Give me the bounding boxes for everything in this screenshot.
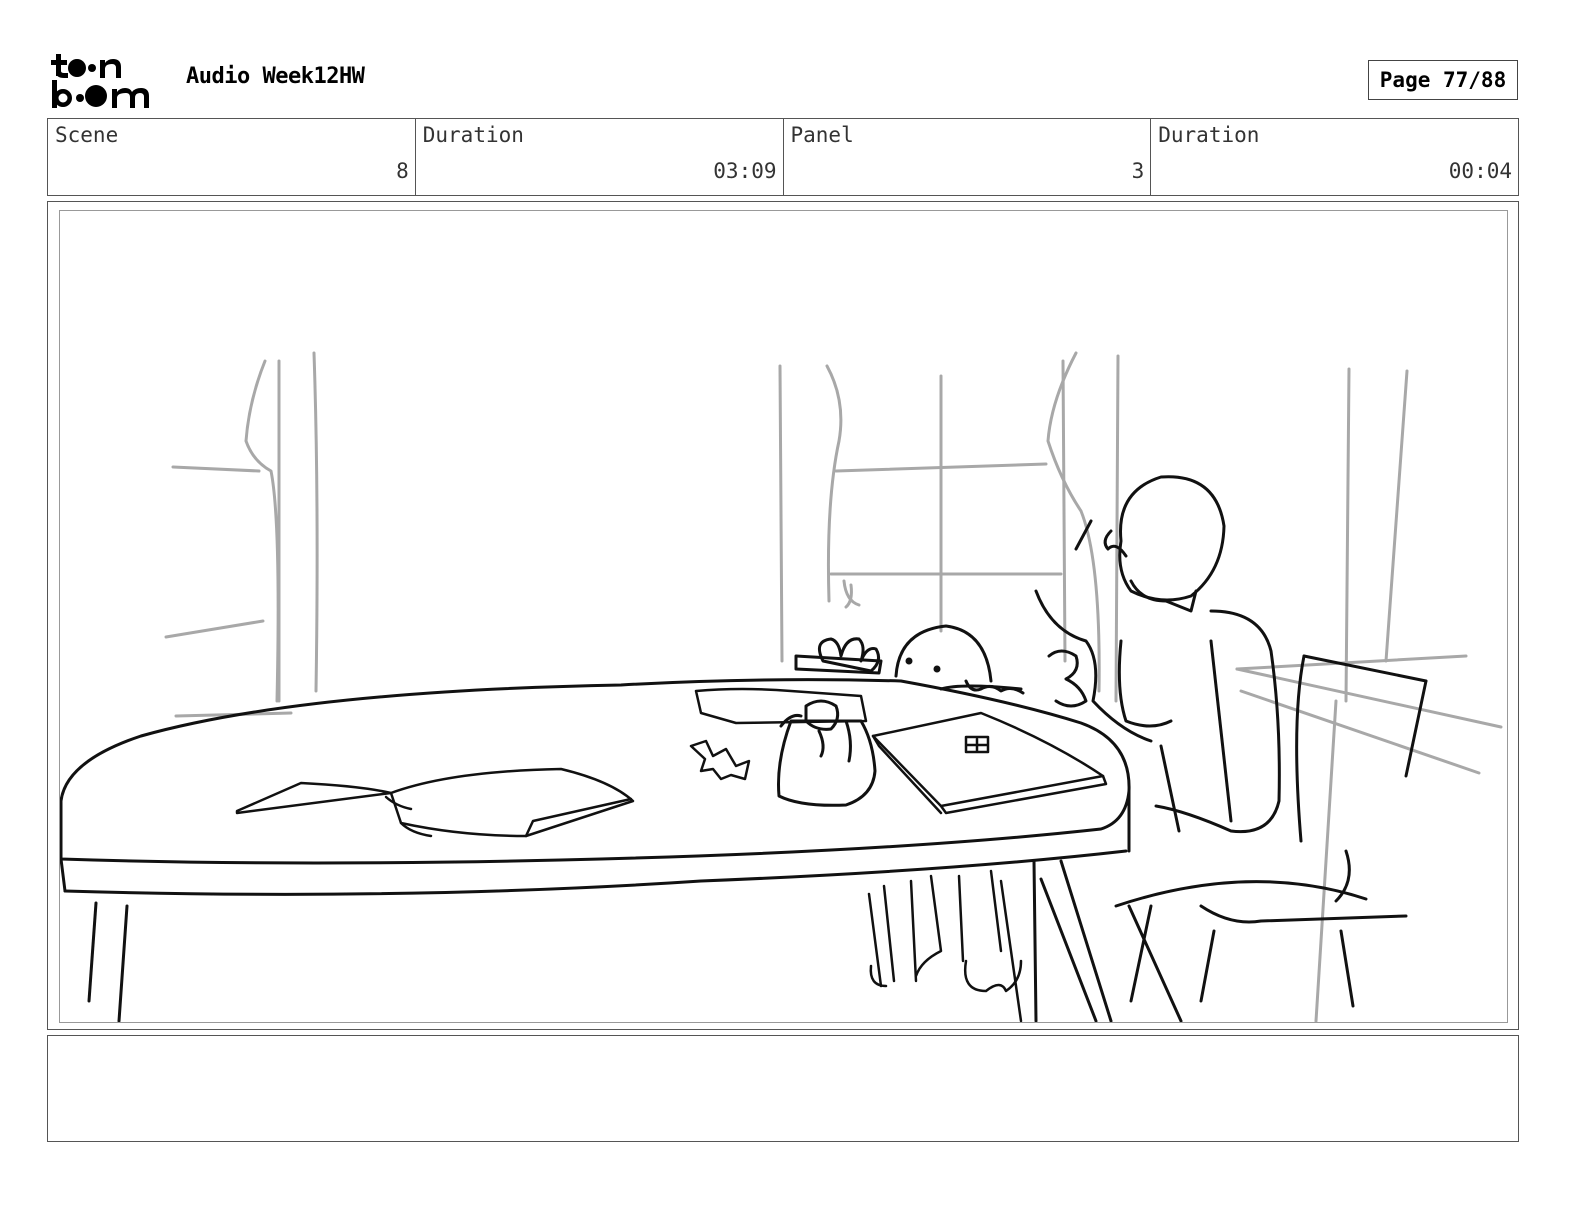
panel-duration-label: Duration [1158,123,1260,147]
scene-duration-cell: Duration 03:09 [416,119,784,195]
panel-cell: Panel 3 [784,119,1152,195]
panel-label: Panel [790,123,854,147]
panel-notes-box [47,1035,1519,1142]
storyboard-sketch [60,351,1503,1022]
scene-cell: Scene 8 [48,119,416,195]
document-title: Audio Week12HW [186,64,365,89]
panel-value: 3 [1131,159,1145,183]
panel-duration-cell: Duration 00:04 [1151,119,1518,195]
panel-duration-value: 00:04 [1448,159,1512,183]
page-indicator: Page 77/88 [1368,60,1518,100]
toon-boom-logo [51,54,149,108]
storyboard-panel [59,210,1508,1023]
scene-duration-value: 03:09 [713,159,777,183]
scene-value: 8 [396,159,409,183]
scene-info-row: Scene 8 Duration 03:09 Panel 3 Duration … [47,118,1519,196]
scene-label: Scene [55,123,119,147]
scene-duration-label: Duration [422,123,524,147]
